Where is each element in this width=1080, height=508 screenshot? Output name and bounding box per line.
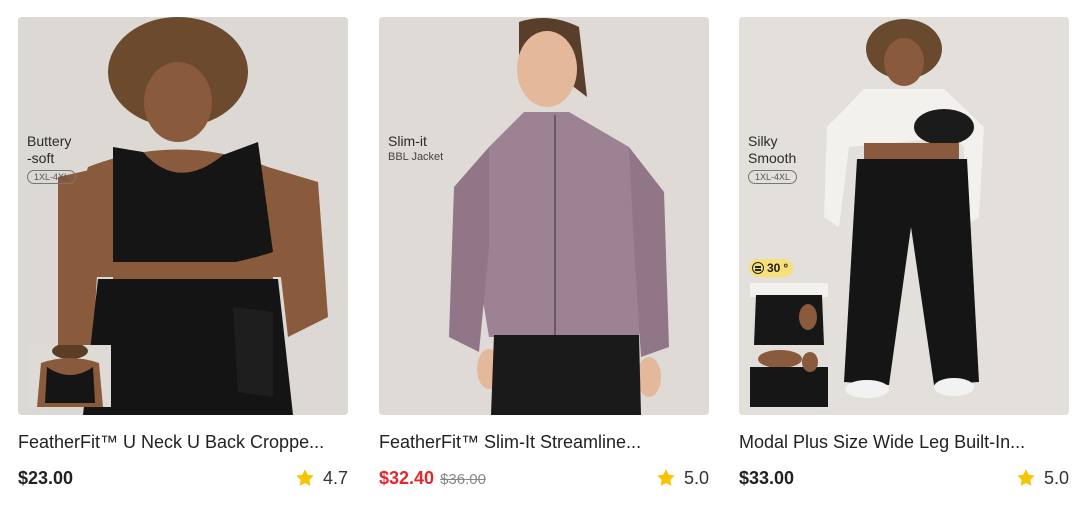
- product-price: $33.00: [739, 467, 795, 488]
- product-meta: $33.00 5.0: [739, 467, 1069, 489]
- model-photo: [379, 17, 709, 415]
- overlay-line1: Slim-it: [388, 133, 427, 149]
- product-price: $23.00: [18, 467, 74, 488]
- product-card[interactable]: Buttery -soft 1XL-4XL FeatherFit™ U Neck…: [18, 17, 348, 489]
- thumbnail-photo: [750, 347, 828, 407]
- size-range-tag: 1XL-4XL: [748, 170, 798, 184]
- price-group: $23.00: [18, 468, 73, 489]
- overlay-line2: Smooth: [748, 150, 797, 166]
- rating: 5.0: [656, 468, 709, 489]
- thumbnail-photo: [750, 283, 828, 345]
- badge-value: 30: [767, 261, 781, 275]
- product-meta: $23.00 4.7: [18, 467, 348, 489]
- rating-value: 5.0: [683, 467, 709, 488]
- overlay-subtitle: BBL Jacket: [388, 151, 444, 163]
- overlay-line2: -soft: [27, 150, 55, 166]
- star-icon: [296, 469, 314, 486]
- product-image[interactable]: Slim-it BBL Jacket: [379, 17, 709, 415]
- product-title[interactable]: Modal Plus Size Wide Leg Built-In...: [739, 431, 1069, 453]
- product-title[interactable]: FeatherFit™ U Neck U Back Croppe...: [18, 431, 348, 453]
- size-range-tag: 1XL-4XL: [27, 170, 77, 184]
- product-card[interactable]: Slim-it BBL Jacket FeatherFit™ Slim-It S…: [379, 17, 709, 489]
- detail-thumbnail-2[interactable]: [750, 347, 828, 407]
- product-meta: $32.40 $36.00 5.0: [379, 467, 709, 489]
- discount-badge: 30 °: [749, 259, 794, 277]
- rating-value: 5.0: [1043, 467, 1069, 488]
- image-overlay-text: Buttery -soft 1XL-4XL: [27, 133, 77, 185]
- coin-icon: [752, 262, 764, 274]
- product-image[interactable]: Silky Smooth 1XL-4XL 30 °: [739, 17, 1069, 415]
- original-price: $36.00: [440, 470, 486, 488]
- overlay-line1: Buttery: [27, 133, 72, 149]
- product-card[interactable]: Silky Smooth 1XL-4XL 30 ° Modal Plus Siz…: [739, 17, 1069, 489]
- rating: 5.0: [1016, 468, 1069, 489]
- rating-value: 4.7: [322, 467, 348, 488]
- rating: 4.7: [295, 468, 348, 489]
- price-group: $32.40 $36.00: [379, 468, 486, 489]
- star-icon: [1017, 469, 1035, 486]
- thumbnail-photo: [29, 345, 111, 407]
- product-title[interactable]: FeatherFit™ Slim-It Streamline...: [379, 431, 709, 453]
- image-overlay-text: Slim-it BBL Jacket: [388, 133, 443, 164]
- image-overlay-text: Silky Smooth 1XL-4XL: [748, 133, 798, 185]
- product-image[interactable]: Buttery -soft 1XL-4XL: [18, 17, 348, 415]
- overlay-line1: Silky: [748, 133, 778, 149]
- star-icon: [657, 469, 675, 486]
- back-view-thumbnail[interactable]: [29, 345, 111, 407]
- price-group: $33.00: [739, 468, 794, 489]
- sale-price: $32.40: [379, 467, 435, 488]
- detail-thumbnail-1[interactable]: [750, 283, 828, 345]
